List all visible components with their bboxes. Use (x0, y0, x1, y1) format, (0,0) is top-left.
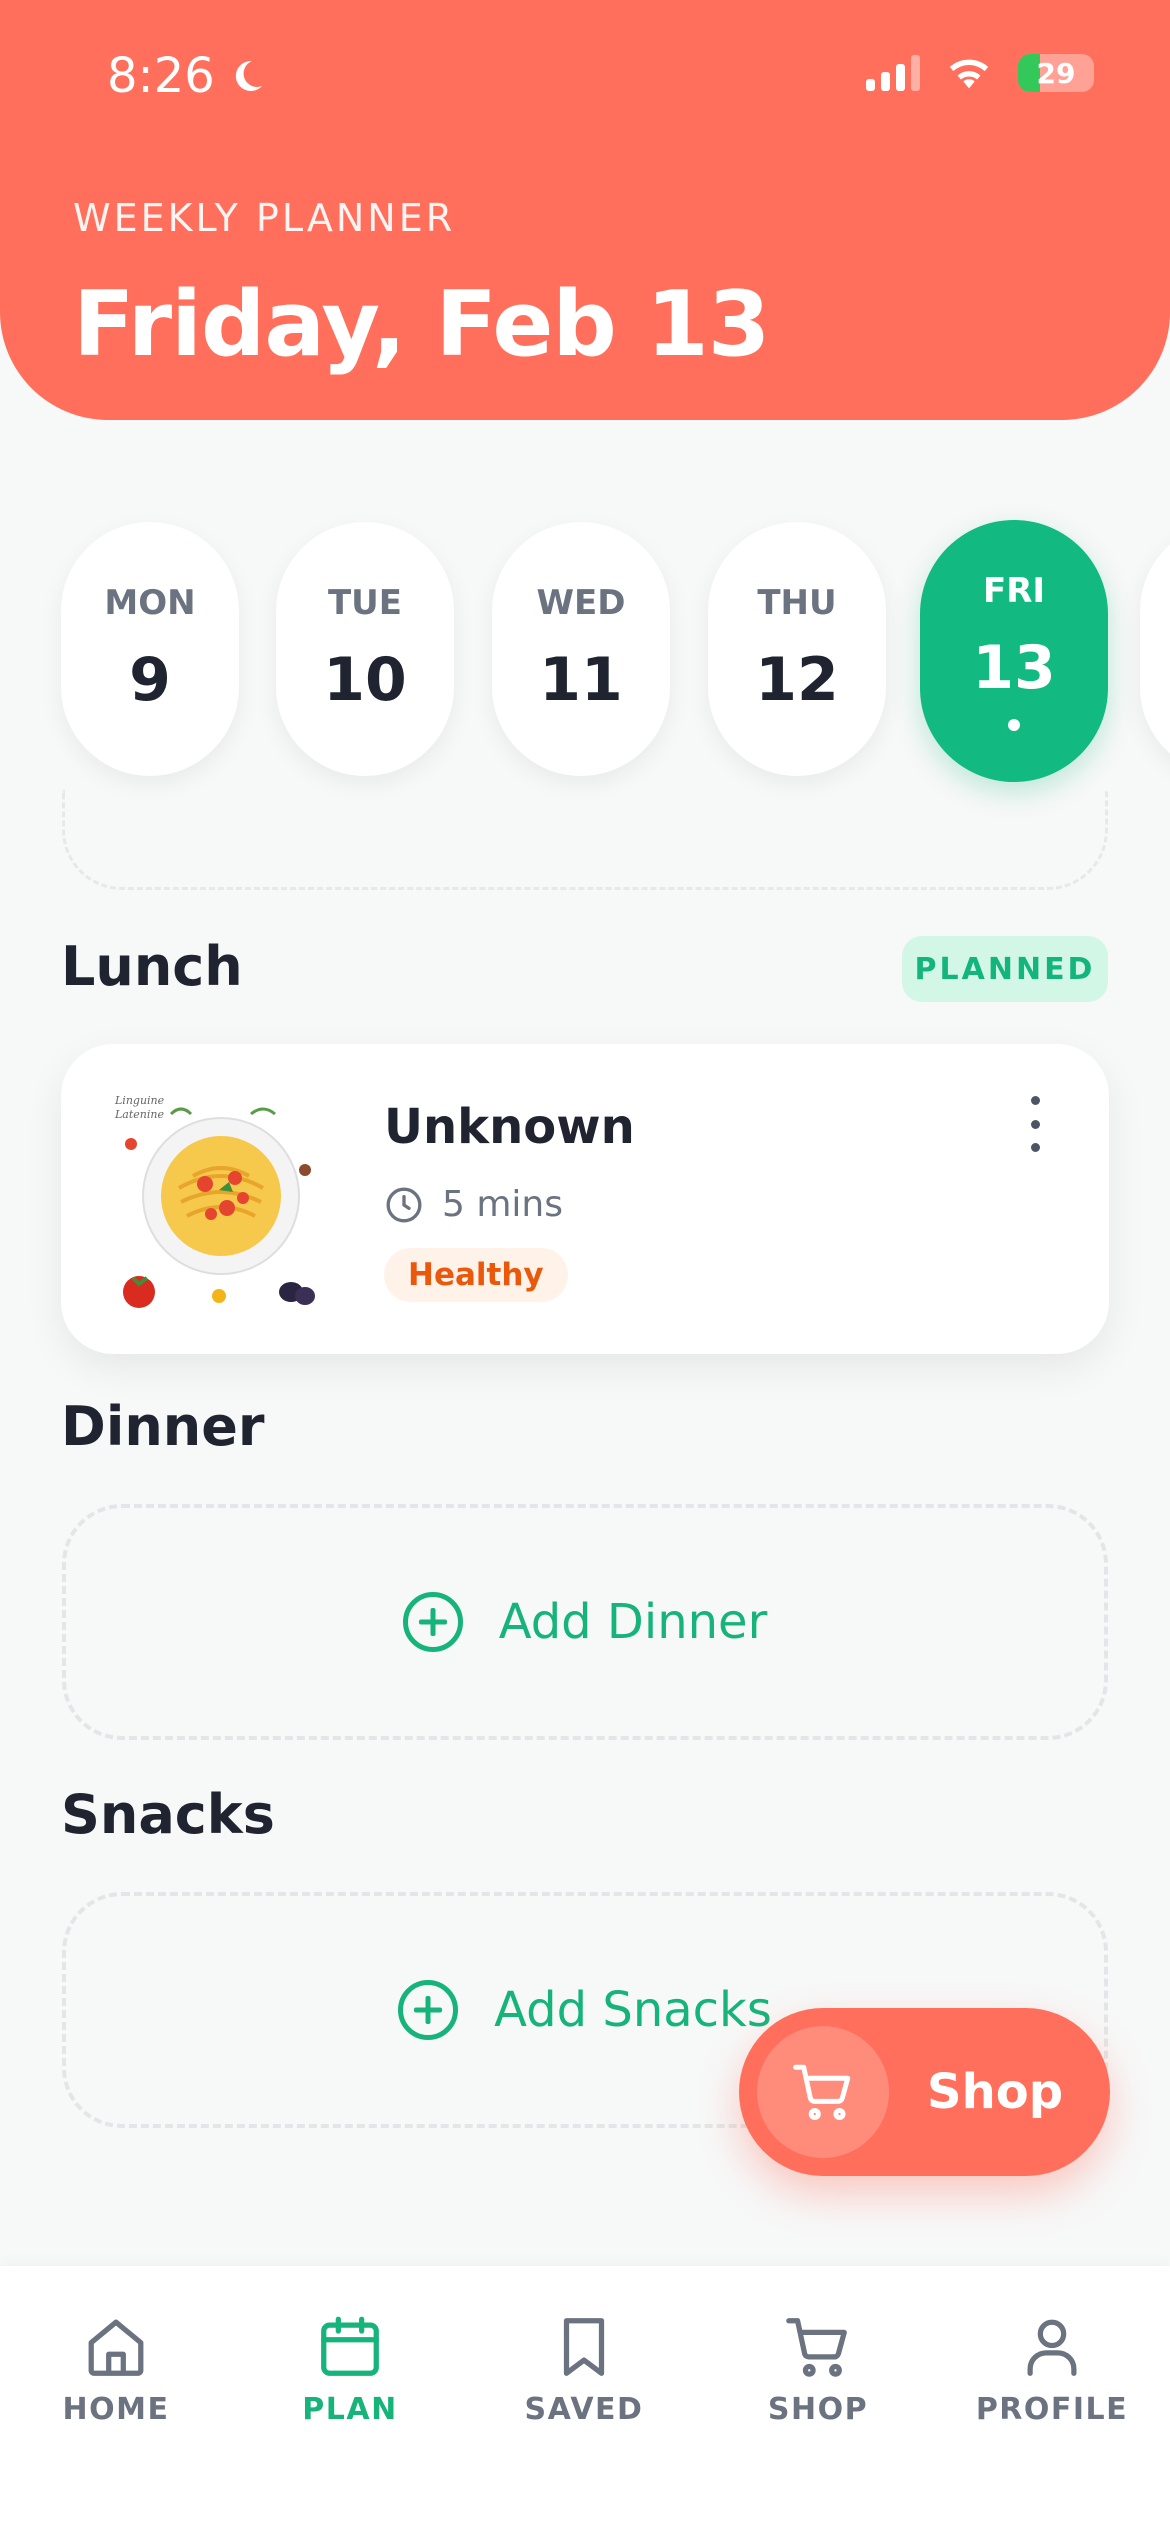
day-number: 11 (539, 645, 623, 715)
shop-fab-label: Shop (927, 2064, 1064, 2120)
calendar-icon (321, 2316, 379, 2376)
shop-fab-button[interactable]: Shop (739, 2008, 1110, 2176)
day-name: THU (757, 583, 837, 623)
moon-icon (235, 60, 262, 91)
selected-day-dot (1008, 719, 1020, 731)
tab-plan[interactable]: PLAN (240, 2312, 460, 2427)
meal-time-text: 5 mins (442, 1184, 563, 1225)
add-dinner-label: Add Dinner (498, 1594, 768, 1650)
day-number: 9 (129, 645, 171, 715)
tab-saved-label: SAVED (524, 2392, 644, 2427)
meal-time: 5 mins (384, 1184, 563, 1225)
cart-icon-wrap (757, 2026, 889, 2158)
svg-text:Linguine: Linguine (114, 1094, 165, 1107)
more-options-icon[interactable] (1023, 1096, 1047, 1152)
lunch-meal-card[interactable]: Linguine Latenine Unknown 5 mins Healthy (61, 1044, 1109, 1354)
svg-text:Latenine: Latenine (114, 1108, 164, 1121)
cart-icon (793, 2064, 851, 2121)
header: 8:26 29 WEEKLY PLANNER Friday, Feb 13 (0, 0, 1170, 420)
bottom-tab-bar: HOME PLAN SAVED SHOP PROFILE (0, 2266, 1170, 2532)
day-name: MON (104, 583, 196, 623)
plus-circle-icon (402, 1592, 463, 1652)
add-dinner-button[interactable]: Add Dinner (62, 1504, 1108, 1740)
clock-icon (386, 1187, 422, 1222)
page-title: Friday, Feb 13 (73, 272, 770, 377)
snacks-title: Snacks (61, 1783, 275, 1846)
dinner-title: Dinner (61, 1395, 265, 1458)
tab-shop[interactable]: SHOP (708, 2312, 928, 2427)
day-name: WED (536, 583, 626, 623)
bookmark-icon (563, 2318, 605, 2376)
day-selector: MON 9 TUE 10 WED 11 THU 12 FRI 13 (0, 500, 1170, 820)
day-pill-wed[interactable]: WED 11 (492, 522, 670, 776)
day-number: 10 (323, 645, 407, 715)
day-pill-thu[interactable]: THU 12 (708, 522, 886, 776)
add-snacks-label: Add Snacks (494, 1982, 772, 2038)
tab-home-label: HOME (62, 2392, 170, 2427)
day-number: 13 (972, 633, 1056, 703)
meal-tag: Healthy (384, 1248, 568, 1302)
breakfast-slot-edge (62, 790, 1108, 890)
day-pill-next[interactable] (1140, 522, 1170, 776)
header-eyebrow: WEEKLY PLANNER (73, 196, 456, 240)
person-icon (1027, 2319, 1077, 2376)
lunch-title: Lunch (61, 935, 243, 998)
status-time-text: 8:26 (107, 48, 215, 104)
signal-icon (866, 55, 920, 91)
tab-saved[interactable]: SAVED (474, 2312, 694, 2427)
battery-level: 29 (1036, 56, 1076, 90)
day-pill-fri[interactable]: FRI 13 (920, 520, 1108, 782)
meal-name: Unknown (384, 1099, 635, 1155)
planned-badge: PLANNED (902, 936, 1108, 1002)
plus-circle-icon (398, 1980, 459, 2040)
day-number: 12 (755, 645, 839, 715)
home-icon (88, 2319, 144, 2376)
tab-profile-label: PROFILE (975, 2392, 1129, 2427)
battery-icon: 29 (1018, 54, 1094, 92)
meal-image: Linguine Latenine (101, 1084, 341, 1320)
day-name: TUE (327, 583, 403, 623)
wifi-icon (949, 59, 989, 89)
cart-icon (786, 2318, 847, 2377)
status-time: 8:26 (107, 48, 267, 104)
day-pill-tue[interactable]: TUE 10 (276, 522, 454, 776)
status-icons: 29 (866, 54, 1094, 92)
day-pill-mon[interactable]: MON 9 (61, 522, 239, 776)
day-name: FRI (982, 571, 1046, 611)
tab-plan-label: PLAN (302, 2392, 398, 2427)
tab-home[interactable]: HOME (6, 2312, 226, 2427)
tab-shop-label: SHOP (767, 2392, 869, 2427)
tab-profile[interactable]: PROFILE (942, 2312, 1162, 2427)
